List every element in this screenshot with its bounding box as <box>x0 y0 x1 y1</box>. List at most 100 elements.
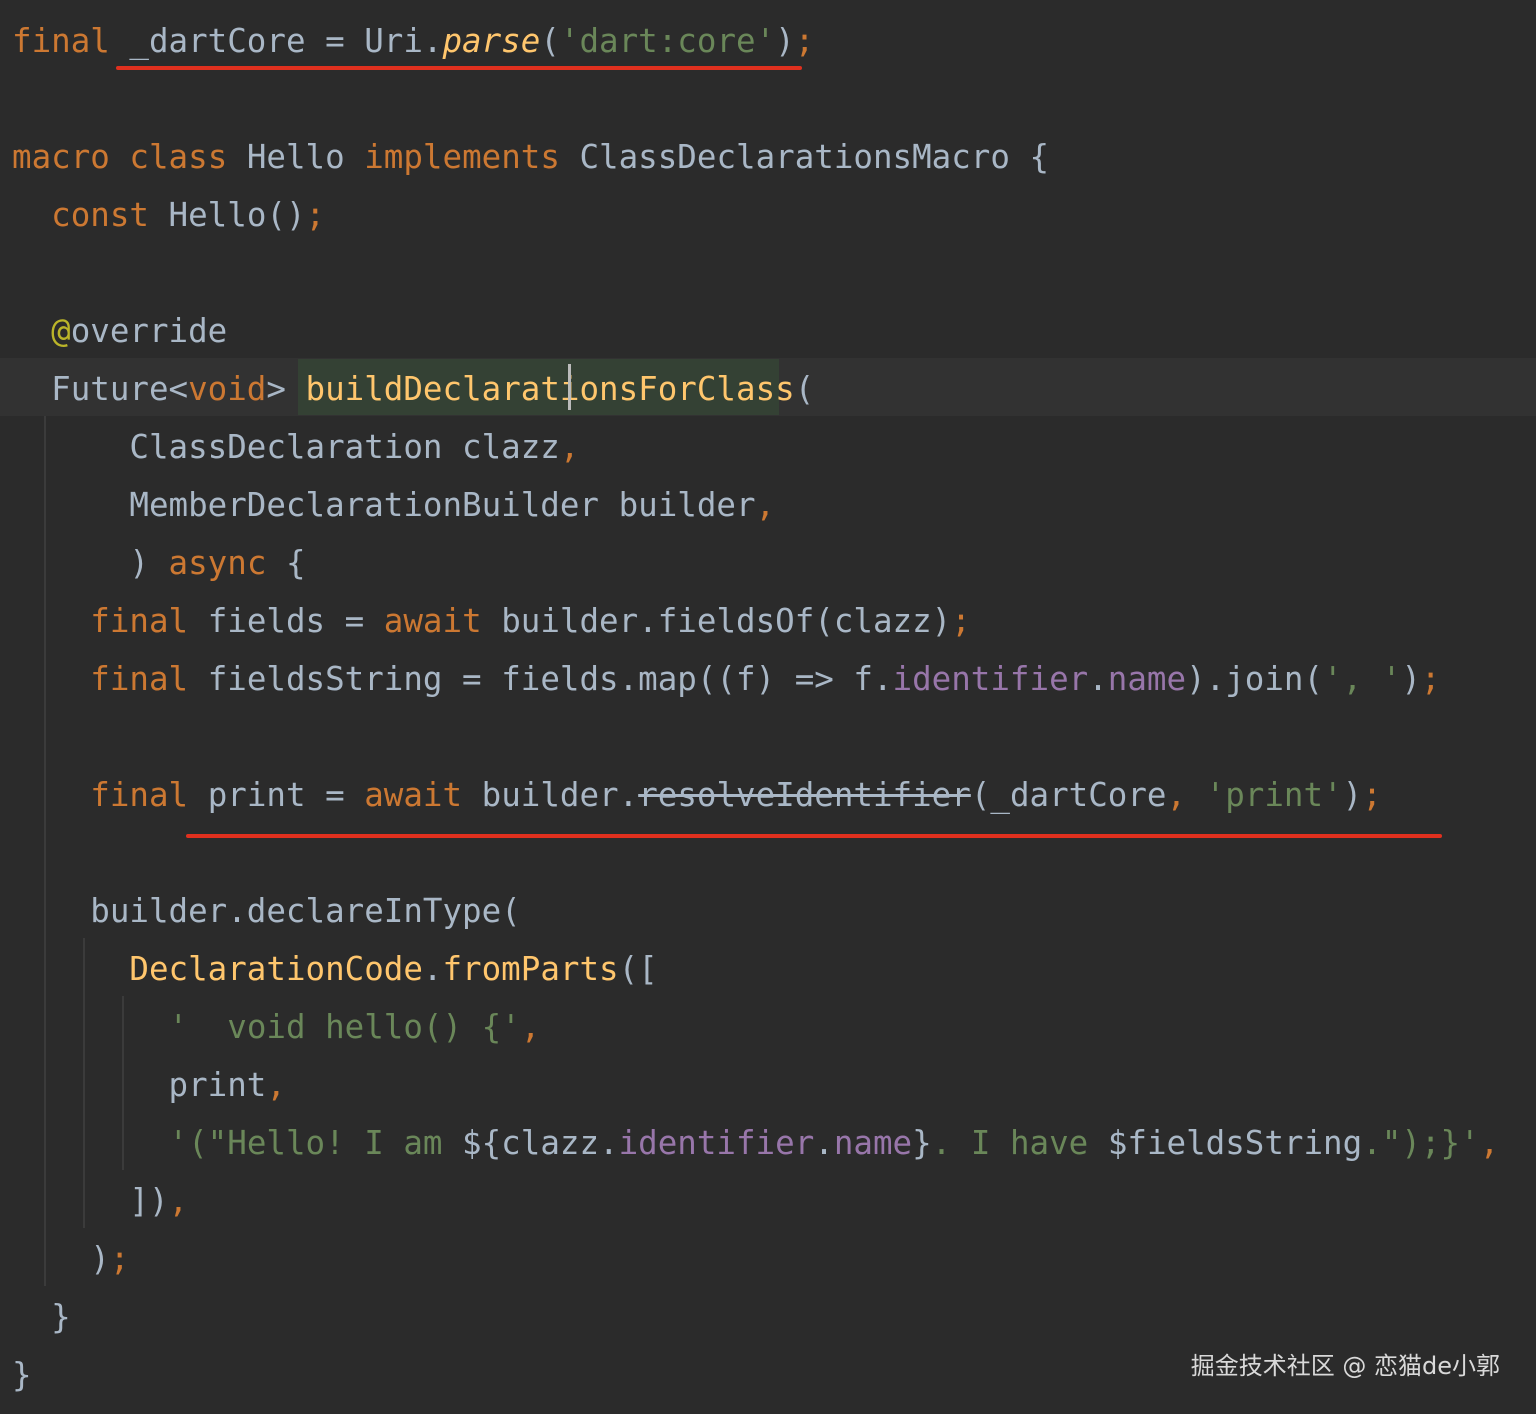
code-token: . <box>814 1124 834 1162</box>
code-line[interactable]: ]), <box>12 1172 188 1230</box>
code-token: resolveIdentifier <box>638 776 971 814</box>
code-token: , <box>755 486 776 524</box>
code-line[interactable]: final _dartCore = Uri.parse('dart:core')… <box>12 12 814 70</box>
code-token: } <box>12 1298 71 1336</box>
code-token: ; <box>305 196 326 234</box>
code-token: ; <box>1362 776 1382 814</box>
code-token: @ <box>51 312 71 350</box>
code-line[interactable]: } <box>12 1288 71 1346</box>
code-token: ClassDeclaration clazz <box>12 428 560 466</box>
code-token: final <box>12 22 110 60</box>
code-token: . <box>1088 660 1108 698</box>
code-token: '("Hello! I am <box>168 1124 463 1162</box>
code-token: _dartCore = Uri. <box>109 22 443 60</box>
watermark-text: 掘金技术社区 @ 恋猫de小郭 <box>1190 1352 1500 1380</box>
code-token: .");}' <box>1362 1124 1480 1162</box>
code-token: > <box>266 370 306 408</box>
code-token: MemberDeclarationBuilder builder <box>12 486 756 524</box>
code-token: final <box>90 602 189 640</box>
code-line[interactable]: ) async { <box>12 534 306 592</box>
red-underline-annotation <box>186 834 1442 838</box>
code-token: ) <box>1401 660 1421 698</box>
code-line[interactable]: print, <box>12 1056 286 1114</box>
code-line[interactable]: Future<void> buildDeclarationsForClass( <box>12 360 814 418</box>
code-token: print <box>12 1066 267 1104</box>
code-token: DeclarationCode <box>129 950 423 988</box>
code-token: class <box>129 138 228 176</box>
code-token: identifier <box>618 1124 815 1162</box>
code-line[interactable]: ' void hello() {', <box>12 998 541 1056</box>
code-token: final <box>90 776 189 814</box>
code-token: Hello() <box>148 196 306 234</box>
code-token: ) <box>1342 776 1363 814</box>
code-token: 'print' <box>1205 776 1343 814</box>
code-token: macro <box>12 138 110 176</box>
code-line[interactable]: ClassDeclaration clazz, <box>12 418 579 476</box>
code-token: , <box>266 1066 286 1104</box>
code-token: ; <box>951 602 971 640</box>
code-token: ', ' <box>1323 660 1402 698</box>
code-token: , <box>520 1008 541 1046</box>
code-token: $fieldsString <box>1107 1124 1363 1162</box>
code-token: name <box>833 1124 913 1162</box>
code-line[interactable]: const Hello(); <box>12 186 325 244</box>
code-line[interactable]: builder.declareInType( <box>12 882 521 940</box>
code-token: ' void hello() {' <box>168 1008 521 1046</box>
code-token: 'dart:core' <box>559 22 776 60</box>
code-token: async <box>168 544 267 582</box>
code-token: ( <box>794 370 815 408</box>
code-token: ${clazz. <box>462 1124 619 1162</box>
code-line[interactable]: macro class Hello implements ClassDeclar… <box>12 128 1049 186</box>
code-token: } <box>912 1124 932 1162</box>
code-token: await <box>383 602 482 640</box>
code-token: void <box>188 370 267 408</box>
code-token: ( <box>540 22 560 60</box>
code-token: identifier <box>892 660 1089 698</box>
code-line[interactable]: @override <box>12 302 227 360</box>
code-token: name <box>1107 660 1187 698</box>
code-token: await <box>364 776 463 814</box>
code-token: implements <box>364 138 560 176</box>
code-line[interactable]: MemberDeclarationBuilder builder, <box>12 476 775 534</box>
code-token: builder.declareInType( <box>12 892 521 930</box>
code-token: print = <box>188 776 365 814</box>
code-line[interactable]: ); <box>12 1230 129 1288</box>
code-line[interactable]: DeclarationCode.fromParts([ <box>12 940 658 998</box>
red-underline-annotation <box>116 66 802 70</box>
code-token: ).join( <box>1186 660 1324 698</box>
code-token: , <box>559 428 580 466</box>
code-line[interactable]: } <box>12 1346 32 1404</box>
code-line[interactable]: final fields = await builder.fieldsOf(cl… <box>12 592 971 650</box>
code-token: ; <box>109 1240 130 1278</box>
code-token: . I have <box>931 1124 1108 1162</box>
code-token: const <box>51 196 149 234</box>
code-token: fieldsString = fields.map((f) => f. <box>188 660 893 698</box>
code-token: builder. <box>462 776 639 814</box>
code-token: ) <box>12 1240 110 1278</box>
code-token: ; <box>1420 660 1441 698</box>
code-token: ]) <box>12 1182 169 1220</box>
code-token: fields = <box>188 602 384 640</box>
code-token: ([ <box>618 950 658 988</box>
code-line[interactable]: final print = await builder.resolveIdent… <box>12 766 1382 824</box>
code-token: Future< <box>12 370 189 408</box>
code-token: } <box>12 1356 32 1394</box>
code-line[interactable]: '("Hello! I am ${clazz.identifier.name}.… <box>12 1114 1500 1172</box>
code-editor[interactable]: final _dartCore = Uri.parse('dart:core')… <box>0 0 1536 1414</box>
code-token: , <box>168 1182 189 1220</box>
code-token: ) <box>775 22 795 60</box>
code-token: , <box>1166 776 1206 814</box>
code-token: { <box>266 544 306 582</box>
code-token: override <box>70 312 228 350</box>
code-token: parse <box>442 22 541 60</box>
code-line[interactable]: final fieldsString = fields.map((f) => f… <box>12 650 1440 708</box>
code-token: . <box>422 950 443 988</box>
